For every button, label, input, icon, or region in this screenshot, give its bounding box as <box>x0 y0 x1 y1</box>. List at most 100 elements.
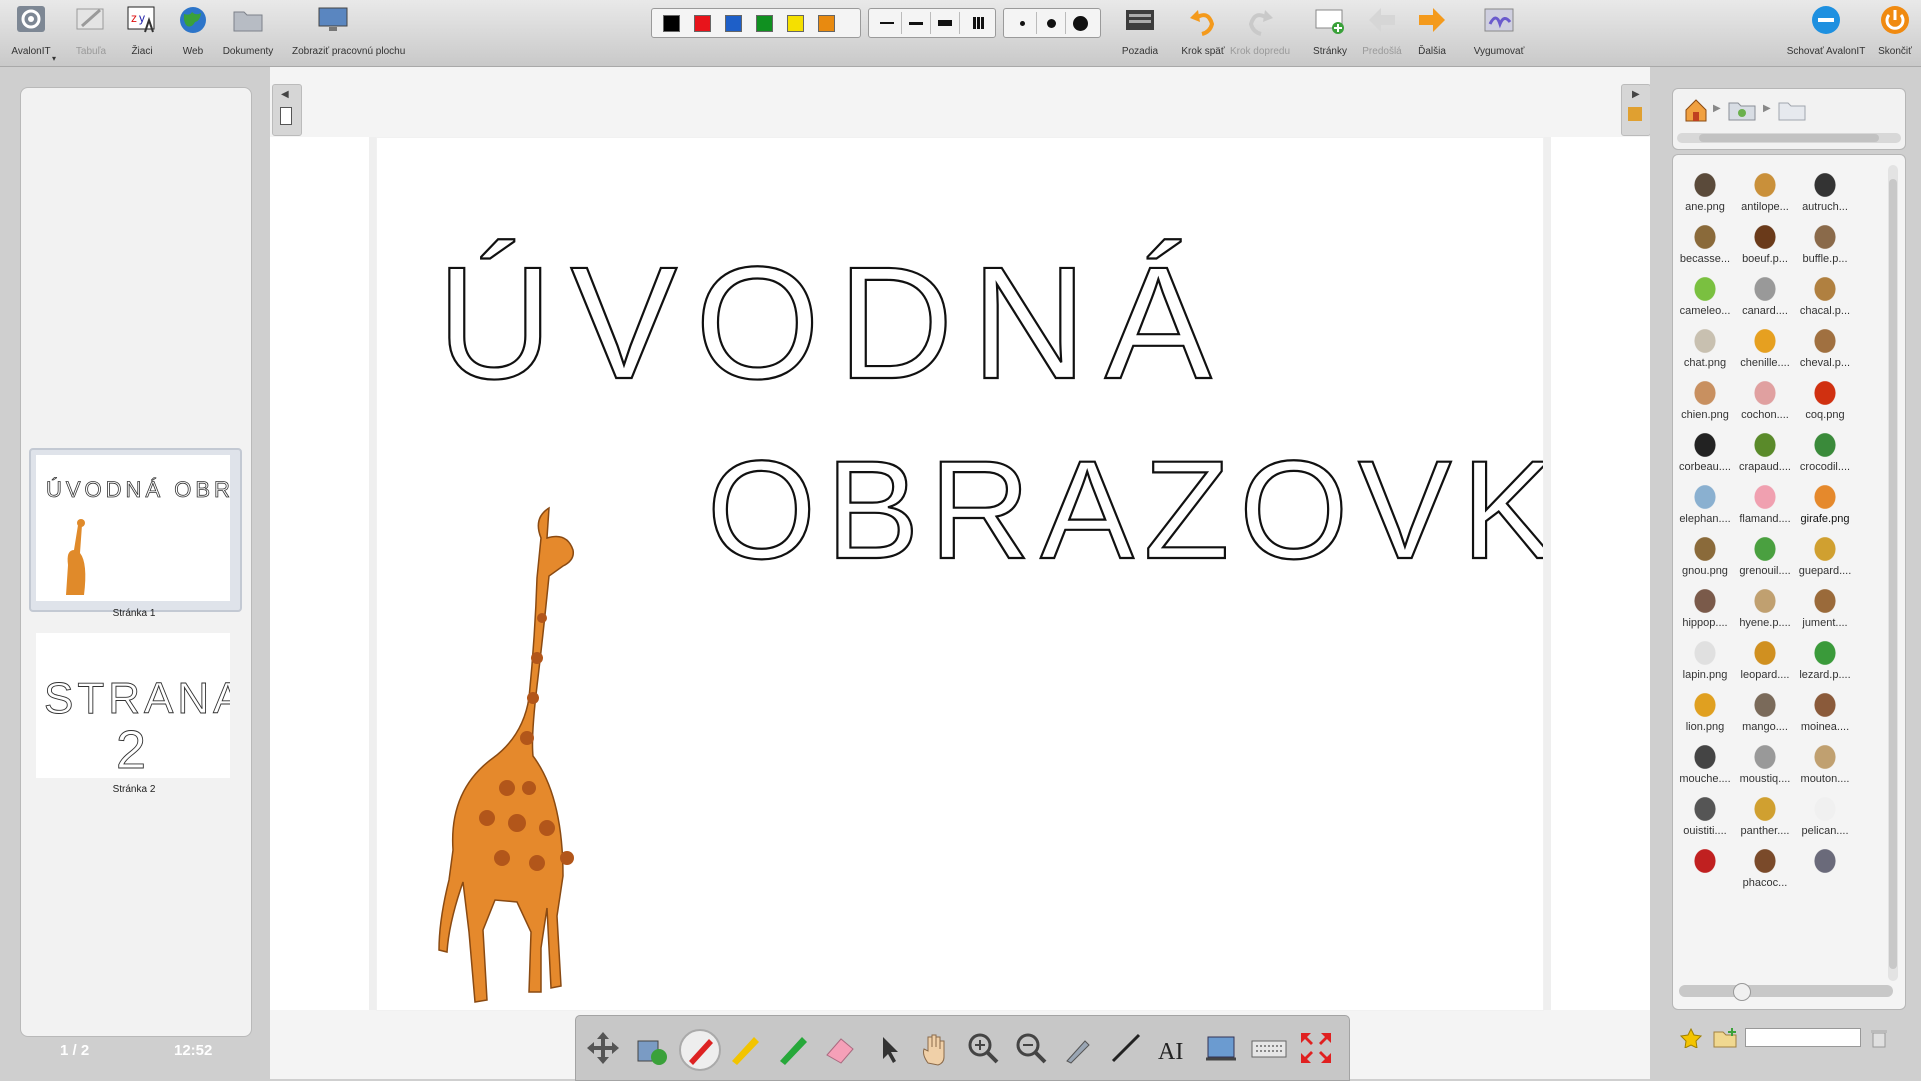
gallery-item[interactable]: autruch... <box>1795 163 1855 221</box>
gallery-zoom-slider-handle[interactable] <box>1733 983 1751 1001</box>
highlighter-green-button[interactable] <box>774 1029 812 1067</box>
gallery-zoom-slider[interactable] <box>1679 983 1893 1001</box>
line-thick-button[interactable] <box>931 12 960 34</box>
dot-medium-button[interactable] <box>1037 12 1066 34</box>
zoom-out-button[interactable] <box>1012 1029 1050 1067</box>
exit-button[interactable]: Skončiť <box>1864 2 1921 62</box>
line-tool-button[interactable] <box>1107 1029 1145 1067</box>
gallery-item[interactable]: corbeau.... <box>1675 423 1735 481</box>
dot-small-button[interactable] <box>1008 12 1037 34</box>
gallery-item[interactable]: boeuf.p... <box>1735 215 1795 273</box>
hand-tool-button[interactable] <box>916 1029 954 1067</box>
gallery-item[interactable]: cameleo... <box>1675 267 1735 325</box>
collapse-left-panel-tab[interactable]: ◀ <box>272 84 302 136</box>
gallery-item[interactable]: mouton.... <box>1795 735 1855 793</box>
gallery-item[interactable]: cochon.... <box>1735 371 1795 429</box>
gallery-vertical-scrollbar[interactable] <box>1888 165 1898 981</box>
gallery-item[interactable]: crocodil.... <box>1795 423 1855 481</box>
line-thin-button[interactable] <box>873 12 902 34</box>
breadcrumb-scrollbar[interactable] <box>1677 133 1901 143</box>
pen-tool-button[interactable] <box>679 1029 721 1071</box>
gallery-item[interactable]: moustiq.... <box>1735 735 1795 793</box>
star-icon[interactable] <box>1680 1028 1702 1048</box>
trash-icon[interactable] <box>1870 1028 1888 1048</box>
whiteboard-page[interactable]: ÚVODNÁ OBRAZOVKA <box>377 138 1659 1010</box>
collapse-right-panel-tab[interactable]: ▶ <box>1621 84 1651 136</box>
gallery-item[interactable]: phacoc... <box>1735 839 1795 897</box>
gallery-item[interactable]: lion.png <box>1675 683 1735 741</box>
gallery-item[interactable]: cheval.p... <box>1795 319 1855 377</box>
next-page-button[interactable]: Ďalšia <box>1401 2 1463 62</box>
color-swatch-yellow[interactable] <box>787 14 804 32</box>
show-desktop-button[interactable]: Zobraziť pracovnú plochu <box>292 2 405 62</box>
page-thumb-1[interactable]: ÚVODNÁ OBRAZOVKA <box>36 455 344 601</box>
folder-image-icon[interactable] <box>1727 97 1757 123</box>
color-swatch-orange[interactable] <box>818 14 835 32</box>
gallery-item[interactable]: gnou.png <box>1675 527 1735 585</box>
gallery-item[interactable]: elephan.... <box>1675 475 1735 533</box>
gallery-item[interactable]: flamand.... <box>1735 475 1795 533</box>
fullscreen-button[interactable] <box>1297 1029 1335 1067</box>
gallery-item[interactable]: lapin.png <box>1675 631 1735 689</box>
gallery-vertical-scrollbar-thumb[interactable] <box>1889 179 1897 969</box>
gallery-item[interactable]: hyene.p.... <box>1735 579 1795 637</box>
wipe-button[interactable]: Vygumovať <box>1468 2 1530 62</box>
keyboard-button[interactable] <box>1250 1029 1288 1067</box>
gallery-item[interactable]: lezard.p.... <box>1795 631 1855 689</box>
breadcrumb-scrollbar-thumb[interactable] <box>1699 134 1879 142</box>
fill-tool-button[interactable] <box>632 1029 670 1067</box>
line-medium-button[interactable] <box>902 12 931 34</box>
gallery-item[interactable]: guepard.... <box>1795 527 1855 585</box>
gallery-item[interactable]: leopard.... <box>1735 631 1795 689</box>
gallery-item[interactable] <box>1795 839 1855 897</box>
color-swatch-green[interactable] <box>756 14 773 32</box>
gallery-item[interactable]: mango.... <box>1735 683 1795 741</box>
gallery-item[interactable]: ane.png <box>1675 163 1735 221</box>
screenshot-tool-button[interactable] <box>1202 1029 1240 1067</box>
page-drawing: ÚVODNÁ OBRAZOVKA <box>436 232 1659 1003</box>
gallery-item-thumbnail <box>1689 791 1721 821</box>
gallery-item[interactable]: panther.... <box>1735 787 1795 845</box>
zoom-in-button[interactable] <box>964 1029 1002 1067</box>
gallery-item[interactable]: pelican.... <box>1795 787 1855 845</box>
gallery-item[interactable]: ouistiti.... <box>1675 787 1735 845</box>
gallery-item[interactable]: grenouil.... <box>1735 527 1795 585</box>
gallery-item[interactable]: chenille.... <box>1735 319 1795 377</box>
gallery-item[interactable]: chat.png <box>1675 319 1735 377</box>
gallery-item[interactable] <box>1675 839 1735 897</box>
page-thumb-2[interactable]: STRANA 2 <box>36 633 243 780</box>
gallery-search-input[interactable] <box>1745 1028 1861 1047</box>
gallery-item[interactable]: crapaud.... <box>1735 423 1795 481</box>
highlighter-yellow-button[interactable] <box>726 1029 764 1067</box>
gallery-item[interactable]: mouche.... <box>1675 735 1735 793</box>
gallery-item[interactable]: buffle.p... <box>1795 215 1855 273</box>
dot-large-button[interactable] <box>1066 12 1094 34</box>
gallery-item[interactable]: antilope... <box>1735 163 1795 221</box>
color-swatch-black[interactable] <box>663 14 680 32</box>
add-folder-icon[interactable] <box>1712 1026 1738 1048</box>
eraser-tool-button[interactable] <box>821 1029 859 1067</box>
color-swatch-red[interactable] <box>694 14 711 32</box>
gallery-item-thumbnail <box>1749 323 1781 353</box>
documents-button[interactable]: Dokumenty <box>217 2 279 62</box>
color-swatch-blue[interactable] <box>725 14 742 32</box>
gallery-item[interactable]: chien.png <box>1675 371 1735 429</box>
gallery-item[interactable]: becasse... <box>1675 215 1735 273</box>
select-tool-button[interactable] <box>869 1029 907 1067</box>
gallery-item[interactable]: moinea.... <box>1795 683 1855 741</box>
gallery-item[interactable]: girafe.png <box>1795 475 1855 533</box>
redo-button[interactable]: Krok dopredu <box>1229 2 1291 62</box>
text-tool-button[interactable]: AI <box>1154 1029 1192 1067</box>
move-tool-button[interactable] <box>584 1029 622 1067</box>
gallery-item[interactable]: canard.... <box>1735 267 1795 325</box>
gallery-item[interactable]: coq.png <box>1795 371 1855 429</box>
line-options-button[interactable] <box>960 12 988 34</box>
hide-avalonit-button[interactable]: Schovať AvalonIT <box>1787 2 1865 62</box>
home-icon[interactable] <box>1683 97 1709 123</box>
folder-icon[interactable] <box>1777 97 1807 123</box>
gallery-item[interactable]: jument.... <box>1795 579 1855 637</box>
giraffe-image[interactable] <box>438 506 575 1003</box>
gallery-item[interactable]: chacal.p... <box>1795 267 1855 325</box>
gallery-item[interactable]: hippop.... <box>1675 579 1735 637</box>
color-picker-button[interactable] <box>1059 1029 1097 1067</box>
